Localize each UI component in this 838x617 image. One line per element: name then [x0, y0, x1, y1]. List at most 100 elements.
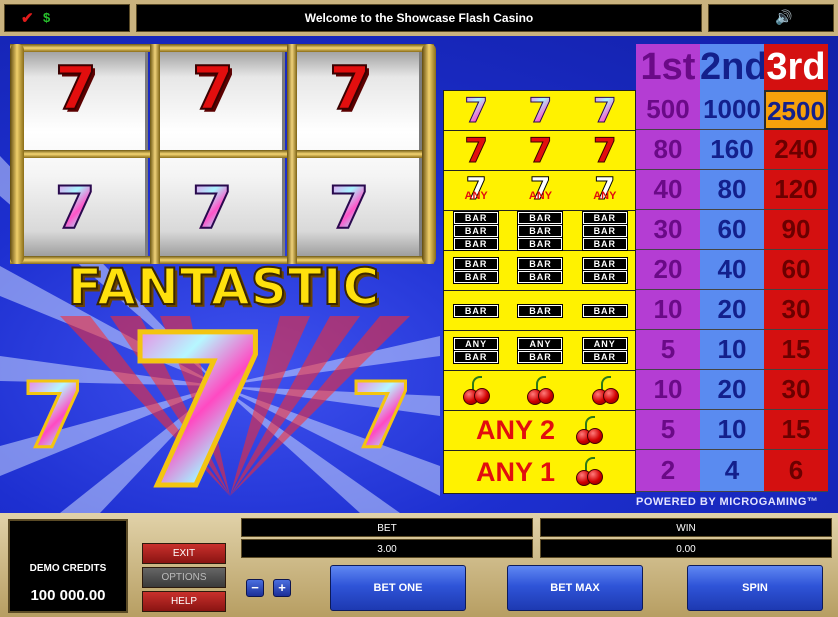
- bet-one-button[interactable]: BET ONE: [330, 565, 466, 611]
- reel-divider: [287, 44, 297, 264]
- bet-max-button[interactable]: BET MAX: [507, 565, 643, 611]
- reel-divider: [150, 44, 160, 264]
- payout-cell: 30: [636, 210, 700, 250]
- payout-cell: 10: [700, 330, 764, 370]
- paytable-row-double-bar: BAR BAR BAR BAR BAR BAR: [444, 251, 637, 291]
- paytable-row-any-7: 7 ANY 7 ANY 7 ANY: [444, 171, 637, 211]
- double-bar-icon: BAR BAR: [581, 257, 628, 284]
- any-seven-icon: 7 ANY: [593, 171, 617, 207]
- bet-field: BET 3.00: [241, 518, 533, 558]
- check-icon[interactable]: ✔: [21, 9, 34, 27]
- top-right-toolbar: 🔊: [708, 4, 834, 32]
- payout-cell: 60: [700, 210, 764, 250]
- cherry-icon: [524, 375, 556, 406]
- powered-by-text: POWERED BY MICROGAMING™: [636, 496, 819, 508]
- reel-3-symbol-bottom: 7: [328, 173, 370, 243]
- any-1-label: ANY 1: [475, 456, 556, 487]
- cherry-icon: [573, 457, 605, 487]
- payout-cell: 5: [636, 330, 700, 370]
- reel-cap-left: [10, 44, 24, 264]
- credits-label: DEMO CREDITS: [29, 563, 107, 574]
- big-seven-logo: 7: [123, 305, 274, 513]
- payout-cell: 20: [700, 370, 764, 410]
- sound-icon[interactable]: 🔊: [775, 9, 792, 26]
- payout-cell: 90: [764, 210, 828, 250]
- payout-cell: 6: [764, 450, 828, 492]
- single-bar-icon: BAR: [453, 303, 500, 318]
- any-seven-icon: 7 ANY: [464, 171, 488, 207]
- paytable-header-1st: 1st: [636, 44, 700, 90]
- bet-label: BET: [241, 518, 533, 537]
- triple-bar-icon: BAR BAR BAR: [517, 210, 564, 251]
- reel-band-top: [10, 44, 434, 52]
- payout-cell: 10: [700, 410, 764, 450]
- paytable-row-triple-bar: BAR BAR BAR BAR BAR BAR BAR BAR BAR: [444, 210, 637, 251]
- rainbow-seven-icon: 7: [528, 90, 553, 131]
- help-button[interactable]: HELP: [142, 591, 226, 612]
- single-bar-icon: BAR: [517, 303, 564, 318]
- side-seven-left: 7: [21, 364, 87, 469]
- exit-button[interactable]: EXIT: [142, 543, 226, 564]
- credits-display: DEMO CREDITS 100 000.00: [8, 519, 128, 613]
- payout-cell: 30: [764, 290, 828, 330]
- any-bar-icon: ANY BAR: [581, 337, 628, 364]
- double-bar-icon: BAR BAR: [517, 257, 564, 284]
- payout-cell: 500: [636, 90, 700, 130]
- paytable-row-single-bar: BAR BAR BAR: [444, 291, 637, 331]
- spin-button[interactable]: SPIN: [687, 565, 823, 611]
- triple-bar-icon: BAR BAR BAR: [453, 210, 500, 251]
- red-seven-icon: 7: [464, 130, 489, 171]
- top-left-toolbar: ✔ $: [4, 4, 130, 32]
- payout-cell: 15: [764, 410, 828, 450]
- payout-cell: 4: [700, 450, 764, 492]
- cherry-icon: [573, 415, 605, 446]
- reel-2-symbol-bottom: 7: [191, 173, 233, 243]
- side-seven-right: 7: [349, 364, 415, 469]
- paytable-row-any-bar: ANY BAR ANY BAR ANY BAR: [444, 331, 637, 371]
- single-bar-icon: BAR: [581, 303, 628, 318]
- rainbow-seven-icon: 7: [592, 90, 617, 131]
- win-label: WIN: [540, 518, 832, 537]
- paytable-row-rainbow-7: 7 7 7: [444, 91, 637, 131]
- any-bar-icon: ANY BAR: [517, 337, 564, 364]
- reel-cap-right: [422, 44, 436, 264]
- paytable-row-cherry: [444, 371, 637, 411]
- any-seven-icon: 7 ANY: [528, 171, 553, 207]
- reel-band-middle: [10, 150, 434, 158]
- dollar-icon[interactable]: $: [43, 10, 50, 25]
- reel-1-symbol-top: 7: [54, 53, 98, 125]
- payout-cell: 15: [764, 330, 828, 370]
- game-area: 7 7 7 7 7 7 FANTASTIC 7 7 7 1st 2nd 3rd …: [0, 36, 838, 513]
- bet-value: 3.00: [241, 539, 533, 558]
- payout-cell: 30: [764, 370, 828, 410]
- any-bar-icon: ANY BAR: [453, 337, 500, 364]
- payout-cell: 80: [636, 130, 700, 170]
- control-panel: DEMO CREDITS 100 000.00 EXIT OPTIONS HEL…: [0, 513, 838, 617]
- payout-cell: 240: [764, 130, 828, 170]
- payout-cell: 120: [764, 170, 828, 210]
- paytable-row-any-1-cherry: ANY 1: [444, 451, 637, 493]
- payout-cell: 20: [636, 250, 700, 290]
- reel-3-symbol-top: 7: [328, 53, 372, 125]
- reel-window: 7 7 7 7 7 7: [10, 44, 436, 264]
- payout-cell: 80: [700, 170, 764, 210]
- reel-2-symbol-top: 7: [191, 53, 235, 125]
- red-seven-icon: 7: [528, 130, 553, 171]
- options-button[interactable]: OPTIONS: [142, 567, 226, 588]
- payout-cell: 1000: [700, 90, 764, 130]
- payout-cell: 2500: [764, 90, 828, 130]
- bet-increase-button[interactable]: +: [273, 579, 291, 597]
- top-bar: ✔ $ Welcome to the Showcase Flash Casino…: [0, 0, 838, 36]
- welcome-title: Welcome to the Showcase Flash Casino: [136, 4, 702, 32]
- reel-1-symbol-bottom: 7: [54, 173, 96, 243]
- win-field: WIN 0.00: [540, 518, 832, 558]
- paytable-row-red-7: 7 7 7: [444, 131, 637, 171]
- paytable-header-3rd: 3rd: [764, 44, 828, 90]
- triple-bar-icon: BAR BAR BAR: [581, 210, 628, 251]
- payout-cell: 40: [700, 250, 764, 290]
- payout-cell: 40: [636, 170, 700, 210]
- payout-cell: 2: [636, 450, 700, 492]
- cherry-icon: [460, 375, 492, 406]
- paytable-symbols: 7 7 7 7 7 7 7 ANY 7 ANY 7 ANY BAR BAR BAR BAR…: [443, 90, 637, 494]
- bet-decrease-button[interactable]: −: [246, 579, 264, 597]
